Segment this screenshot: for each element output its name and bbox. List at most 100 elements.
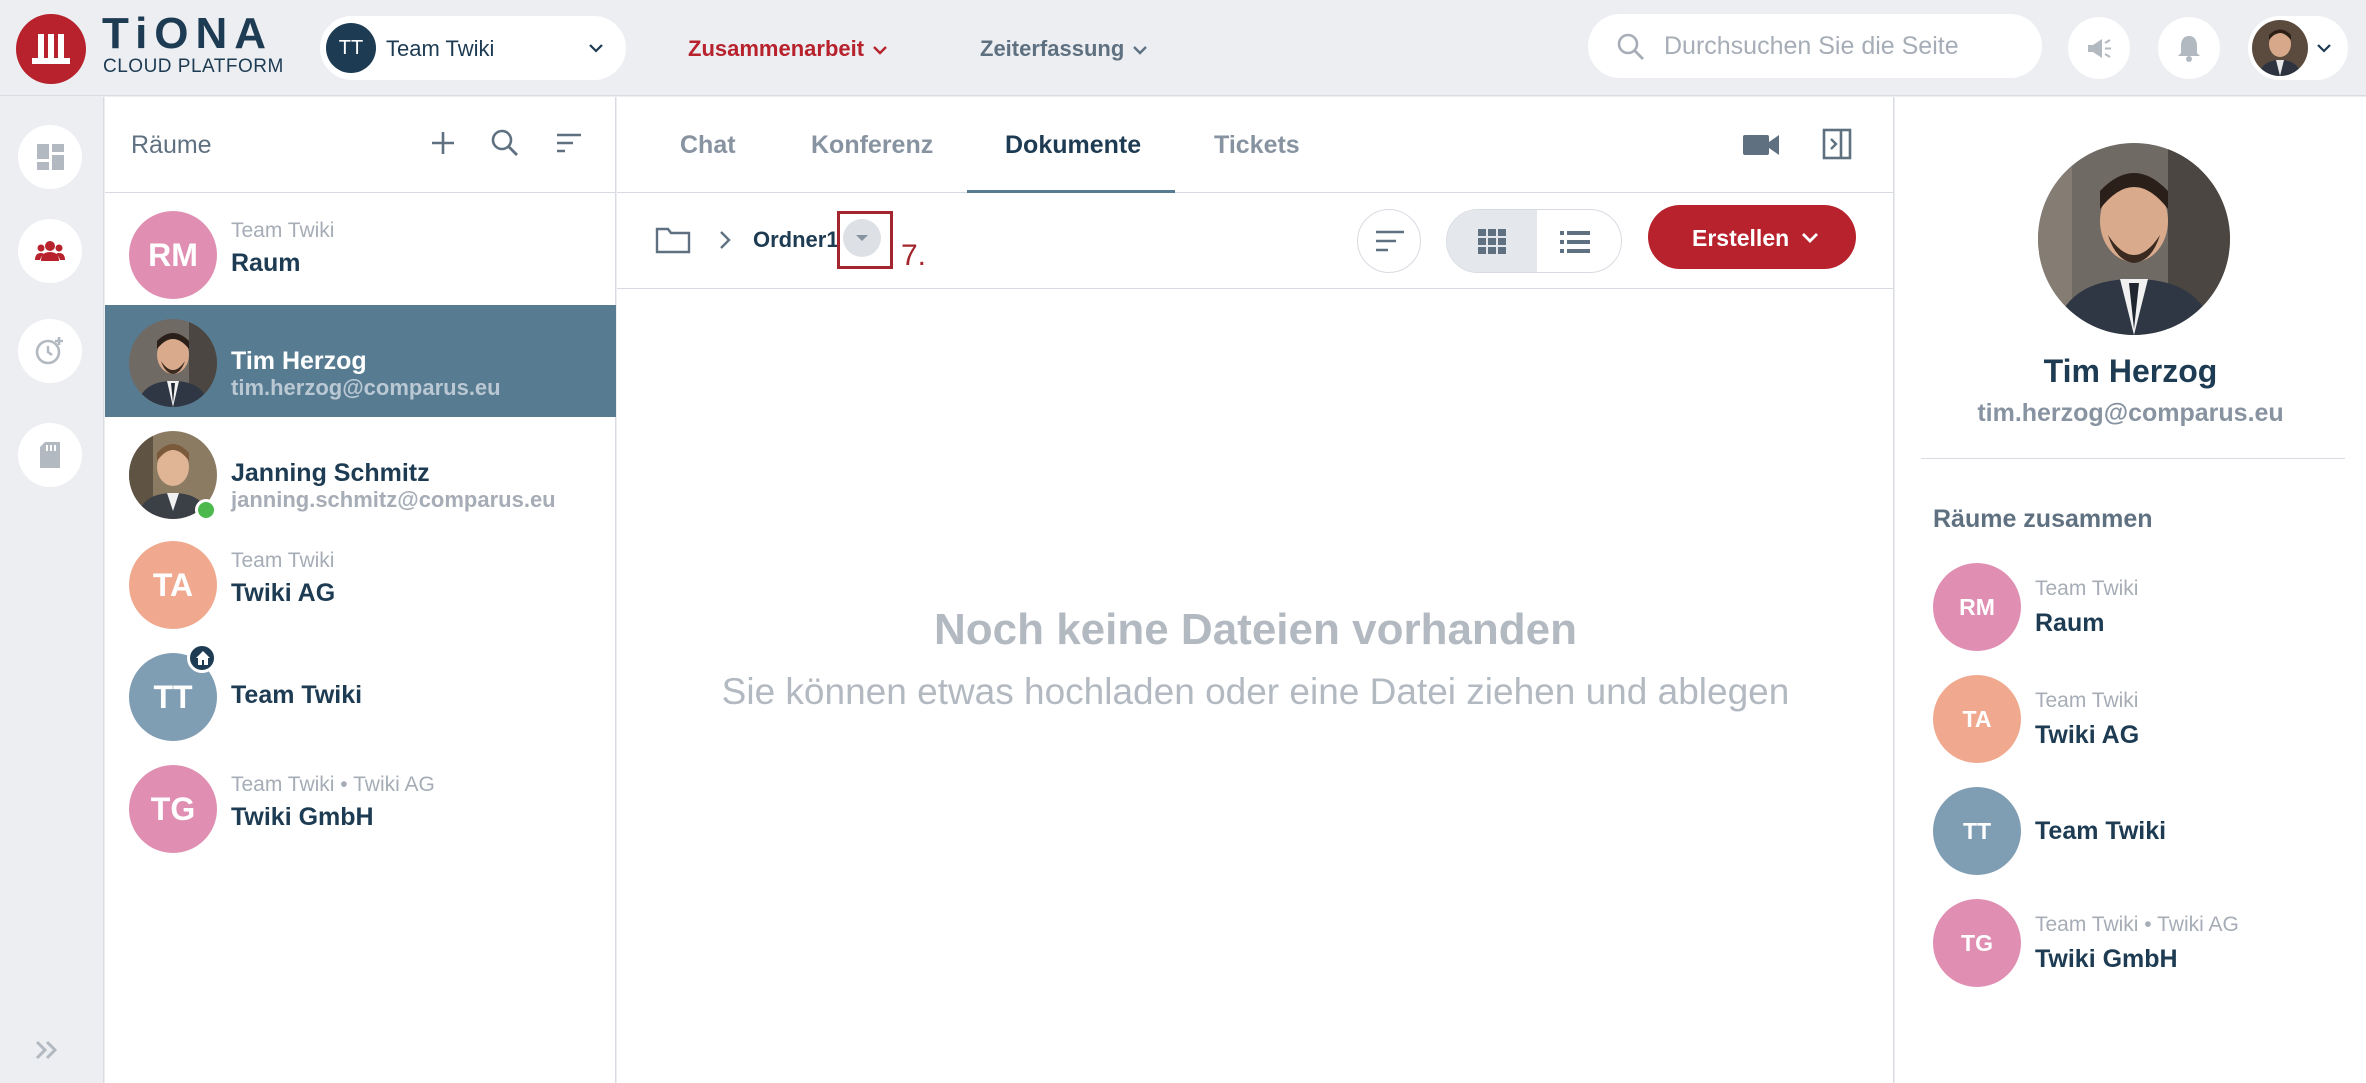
add-room-icon[interactable] <box>427 127 459 159</box>
main-panel: Chat Konferenz Dokumente Tickets Ordner1… <box>617 97 1894 1083</box>
search-icon[interactable] <box>489 127 521 159</box>
announcements-button[interactable] <box>2068 17 2130 79</box>
shared-room-raum[interactable]: RM Team Twiki Raum <box>1933 563 2353 655</box>
chevron-down-icon <box>589 44 603 53</box>
notifications-button[interactable] <box>2158 17 2220 79</box>
search-bar[interactable] <box>1588 14 2042 78</box>
search-input[interactable] <box>1664 28 2024 64</box>
empty-state-subtitle: Sie können etwas hochladen oder eine Dat… <box>721 671 1790 712</box>
shared-room-team-twiki[interactable]: TT Team Twiki <box>1933 787 2353 879</box>
room-team-label: Team Twiki <box>2035 689 2139 712</box>
room-item-janning-schmitz[interactable]: Janning Schmitz janning.schmitz@comparus… <box>105 417 616 529</box>
tab-tickets[interactable]: Tickets <box>1214 131 1300 160</box>
room-email: janning.schmitz@comparus.eu <box>231 487 556 512</box>
team-selector-label: Team Twiki <box>386 36 495 61</box>
view-toggle <box>1446 209 1622 273</box>
online-status-indicator <box>195 499 217 521</box>
shared-rooms-title: Räume zusammen <box>1933 505 2153 533</box>
room-name: Twiki GmbH <box>231 803 374 831</box>
room-name: Team Twiki <box>231 681 363 709</box>
bell-icon <box>2178 36 2200 62</box>
avatar <box>129 319 217 407</box>
tab-konferenz[interactable]: Konferenz <box>811 131 933 160</box>
grid-view-button[interactable] <box>1447 210 1537 272</box>
room-name: Raum <box>2035 609 2105 637</box>
room-avatar: TG <box>1933 899 2021 987</box>
room-name: Janning Schmitz <box>231 459 430 487</box>
room-team-label: Team Twiki <box>231 549 335 572</box>
room-item-twiki-gmbh[interactable]: TG Team Twiki • Twiki AG Twiki GmbH <box>105 751 616 863</box>
team-selector[interactable]: TT Team Twiki <box>320 16 626 80</box>
annotation-highlight-box <box>837 211 893 269</box>
logo-subtitle: CLOUD PLATFORM <box>103 56 284 77</box>
rail-collaboration[interactable] <box>18 219 82 283</box>
room-email: tim.herzog@comparus.eu <box>231 375 501 400</box>
nav-zeiterfassung[interactable]: Zeiterfassung <box>980 36 1150 62</box>
profile-email: tim.herzog@comparus.eu <box>1977 399 2284 427</box>
room-item-team-twiki[interactable]: TT Team Twiki <box>105 639 616 751</box>
room-avatar: TA <box>1933 675 2021 763</box>
toggle-sidebar-icon[interactable] <box>1821 127 1853 161</box>
avatar <box>2252 20 2308 76</box>
room-name: Tim Herzog <box>231 347 367 375</box>
profile-panel: Tim Herzog tim.herzog@comparus.eu Räume … <box>1895 97 2366 1083</box>
room-team-label: Team Twiki <box>231 219 335 242</box>
room-item-raum[interactable]: RM Team Twiki Raum <box>105 197 616 309</box>
rail-dashboard[interactable] <box>18 125 82 189</box>
shared-room-twiki-gmbh[interactable]: TG Team Twiki • Twiki AG Twiki GmbH <box>1933 899 2353 991</box>
room-name: Twiki AG <box>2035 721 2140 749</box>
room-item-tim-herzog[interactable]: Tim Herzog tim.herzog@comparus.eu <box>105 305 616 417</box>
left-rail <box>0 97 104 1083</box>
expand-sidebar-icon[interactable] <box>32 1035 62 1065</box>
annotation-step-number: 7. <box>901 239 927 272</box>
nav-zusammenarbeit[interactable]: Zusammenarbeit <box>688 36 890 62</box>
room-team-label: Team Twiki <box>2035 577 2139 600</box>
user-menu[interactable] <box>2248 16 2348 80</box>
tab-dokumente[interactable]: Dokumente <box>1005 131 1141 160</box>
list-icon <box>1560 231 1590 253</box>
breadcrumb[interactable]: Ordner1 <box>753 227 839 253</box>
chevron-down-icon <box>873 46 887 55</box>
room-team-label: Team Twiki • Twiki AG <box>231 773 435 796</box>
room-avatar: TG <box>129 765 217 853</box>
rail-storage[interactable] <box>18 423 82 487</box>
chevron-down-icon <box>2317 44 2331 53</box>
room-avatar: TA <box>129 541 217 629</box>
divider <box>1921 458 2345 459</box>
sort-button[interactable] <box>1357 209 1421 273</box>
tab-chat[interactable]: Chat <box>680 131 736 160</box>
room-item-twiki-ag[interactable]: TA Team Twiki Twiki AG <box>105 527 616 639</box>
megaphone-icon <box>2088 39 2111 58</box>
room-avatar: RM <box>1933 563 2021 651</box>
logo-title: TiONA <box>102 9 274 58</box>
empty-state-title: Noch keine Dateien vorhanden <box>933 605 1578 654</box>
nav-zeiterfassung-label: Zeiterfassung <box>980 36 1125 61</box>
people-icon <box>35 241 65 261</box>
shared-room-twiki-ag[interactable]: TA Team Twiki Twiki AG <box>1933 675 2353 767</box>
room-avatar: RM <box>129 211 217 299</box>
search-icon <box>1617 33 1644 60</box>
team-avatar: TT <box>326 23 376 73</box>
room-name: Raum <box>231 249 301 277</box>
clock-add-icon <box>35 337 63 365</box>
nav-zusammenarbeit-label: Zusammenarbeit <box>688 36 865 61</box>
room-avatar: TT <box>1933 787 2021 875</box>
rooms-header: Räume <box>105 97 616 193</box>
chevron-down-icon <box>1802 233 1818 243</box>
tab-bar: Chat Konferenz Dokumente Tickets <box>617 97 1894 193</box>
rail-time-tracking[interactable] <box>18 319 82 383</box>
home-icon <box>187 643 217 673</box>
create-button[interactable]: Erstellen <box>1648 205 1856 269</box>
sort-icon[interactable] <box>553 127 585 159</box>
room-name: Twiki GmbH <box>2035 945 2178 973</box>
folder-icon[interactable] <box>655 225 691 255</box>
rooms-title: Räume <box>131 131 212 159</box>
sd-card-icon <box>40 442 60 468</box>
video-camera-icon[interactable] <box>1741 127 1781 163</box>
room-name: Team Twiki <box>2035 817 2167 845</box>
chevron-down-icon <box>1133 46 1148 55</box>
tiona-logo-icon[interactable] <box>16 14 86 84</box>
avatar <box>2038 143 2230 335</box>
grid-icon <box>1478 229 1506 254</box>
room-team-label: Team Twiki • Twiki AG <box>2035 913 2239 936</box>
